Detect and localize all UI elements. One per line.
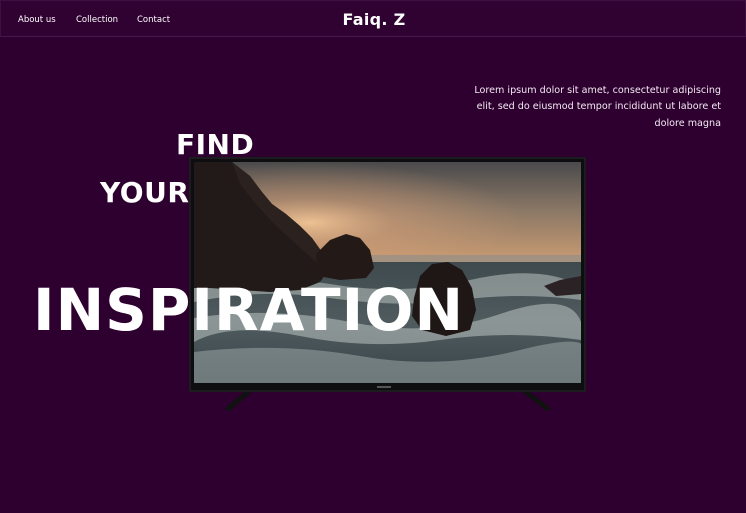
headline-find: FIND bbox=[176, 128, 255, 161]
tv-image bbox=[189, 157, 586, 411]
tv-screen bbox=[194, 162, 581, 383]
tv-stand-right bbox=[522, 392, 552, 411]
tv-stand-left bbox=[224, 392, 252, 411]
headline-inspiration: INSPIRATION bbox=[33, 276, 465, 344]
headline-your: YOUR bbox=[100, 176, 190, 209]
tv-brand-mark bbox=[377, 386, 391, 388]
